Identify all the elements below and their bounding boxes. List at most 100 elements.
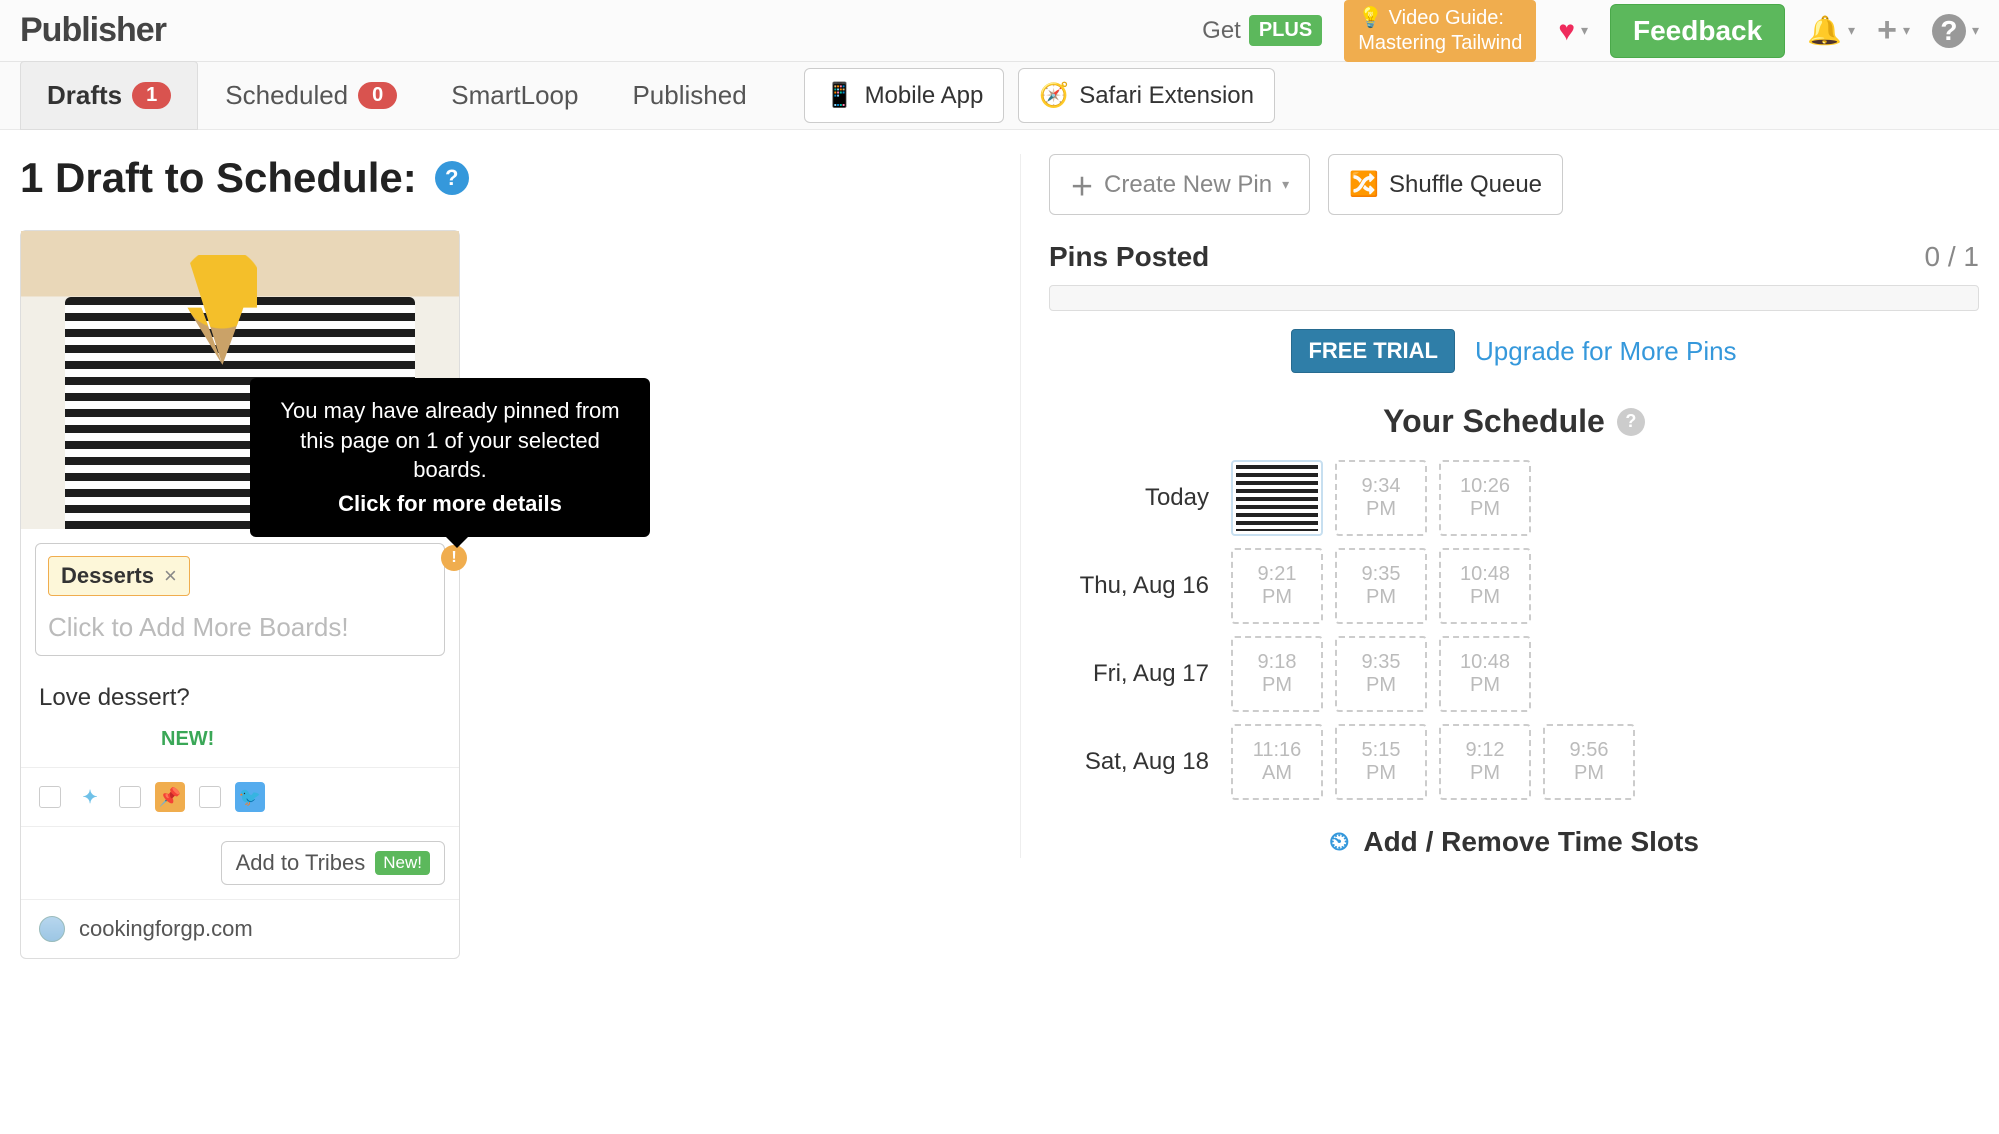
chevron-down-icon: ▾ [1848, 22, 1855, 39]
schedule-row: Fri, Aug 179:18PM9:35PM10:48PM [1049, 636, 1979, 712]
pins-posted-count: 0 / 1 [1925, 241, 1979, 273]
time-slot[interactable]: 9:35PM [1335, 636, 1427, 712]
time-slot[interactable]: 9:21PM [1231, 548, 1323, 624]
schedule-title: Your Schedule ? [1049, 403, 1979, 440]
tab-drafts[interactable]: Drafts 1 [20, 61, 198, 130]
source-url: cookingforgp.com [79, 916, 253, 942]
slot-meridiem: PM [1574, 762, 1604, 785]
mobile-app-button[interactable]: 📱Mobile App [804, 68, 1005, 123]
get-label: Get [1202, 17, 1241, 45]
warning-icon[interactable]: ! [441, 545, 467, 571]
pinterest-icon: 📌 [155, 782, 185, 812]
time-slot[interactable]: 9:12PM [1439, 724, 1531, 800]
btn-label: Safari Extension [1079, 82, 1254, 110]
day-label: Fri, Aug 17 [1049, 660, 1219, 688]
add-menu-button[interactable]: +▾ [1877, 11, 1910, 50]
chevron-down-icon: ▾ [1581, 22, 1588, 39]
slot-meridiem: PM [1262, 586, 1292, 609]
slot-time: 9:35 [1362, 563, 1401, 586]
slot-time: 9:56 [1570, 739, 1609, 762]
help-icon[interactable]: ? [435, 161, 469, 195]
btn-label: Add / Remove Time Slots [1363, 826, 1699, 858]
time-slot[interactable]: 9:56PM [1543, 724, 1635, 800]
free-trial-badge[interactable]: FREE TRIAL [1291, 329, 1455, 373]
tab-label: Drafts [47, 80, 122, 111]
btn-label: Mobile App [865, 82, 984, 110]
feedback-button[interactable]: Feedback [1610, 4, 1785, 58]
video-guide-line1: Video Guide: [1389, 7, 1504, 29]
shuffle-queue-button[interactable]: 🔀 Shuffle Queue [1328, 154, 1563, 215]
subnav: Drafts 1 Scheduled0 SmartLoop Published 📱… [0, 62, 1999, 130]
schedule-row: Today9:34PM10:26PM [1049, 460, 1979, 536]
help-icon[interactable]: ? [1617, 408, 1645, 436]
plus-badge: PLUS [1249, 15, 1322, 46]
drafts-count-badge: 1 [132, 82, 171, 109]
slot-meridiem: PM [1470, 762, 1500, 785]
pins-progress-bar [1049, 285, 1979, 311]
schedule-sidebar: ＋ Create New Pin ▾ 🔀 Shuffle Queue Pins … [1020, 154, 1979, 858]
draft-card: ! Desserts × Click to Add More Boards! L… [20, 230, 460, 959]
pin-description[interactable]: Love dessert? [21, 670, 459, 720]
brand-title: Publisher [20, 11, 166, 50]
upgrade-link[interactable]: Upgrade for More Pins [1475, 336, 1737, 367]
add-to-tribes-button[interactable]: Add to Tribes New! [221, 841, 445, 885]
time-slot[interactable]: 11:16AM [1231, 724, 1323, 800]
slot-meridiem: PM [1470, 586, 1500, 609]
duplicate-pin-tooltip[interactable]: You may have already pinned from this pa… [250, 378, 650, 537]
notifications-button[interactable]: 🔔▾ [1807, 14, 1855, 47]
tab-scheduled[interactable]: Scheduled0 [198, 61, 424, 130]
time-slot[interactable]: 5:15PM [1335, 724, 1427, 800]
help-menu-button[interactable]: ?▾ [1932, 14, 1979, 48]
slot-meridiem: PM [1470, 674, 1500, 697]
topbar: Publisher Get PLUS 💡 Video Guide: Master… [0, 0, 1999, 62]
share-twitter-checkbox[interactable] [199, 786, 221, 808]
slot-time: 9:35 [1362, 651, 1401, 674]
time-slot[interactable]: 9:34PM [1335, 460, 1427, 536]
day-label: Today [1049, 484, 1219, 512]
safari-extension-button[interactable]: 🧭 Safari Extension [1018, 68, 1275, 123]
tab-label: Published [632, 80, 746, 111]
chevron-down-icon: ▾ [1972, 22, 1979, 39]
time-slot[interactable]: 10:48PM [1439, 548, 1531, 624]
tab-smartloop[interactable]: SmartLoop [424, 61, 605, 130]
day-label: Thu, Aug 16 [1049, 572, 1219, 600]
create-new-pin-button[interactable]: ＋ Create New Pin ▾ [1049, 154, 1310, 215]
favorites-button[interactable]: ♥▾ [1558, 15, 1588, 47]
bell-icon: 🔔 [1807, 14, 1842, 47]
time-slot[interactable]: 9:18PM [1231, 636, 1323, 712]
remove-board-icon[interactable]: × [164, 563, 177, 589]
top-actions: Get PLUS 💡 Video Guide: Mastering Tailwi… [1202, 0, 1979, 62]
slot-time: 9:34 [1362, 475, 1401, 498]
slot-time: 9:12 [1466, 739, 1505, 762]
heart-icon: ♥ [1558, 15, 1575, 47]
share-tailwind-checkbox[interactable] [39, 786, 61, 808]
time-slot[interactable]: 10:48PM [1439, 636, 1531, 712]
help-icon: ? [1932, 14, 1966, 48]
btn-label: Shuffle Queue [1389, 171, 1542, 199]
time-slot[interactable]: 9:35PM [1335, 548, 1427, 624]
scheduled-pin-thumb [1236, 465, 1318, 531]
slot-time: 9:18 [1258, 651, 1297, 674]
share-pinterest-checkbox[interactable] [119, 786, 141, 808]
time-slot[interactable] [1231, 460, 1323, 536]
source-url-row[interactable]: cookingforgp.com [21, 899, 459, 958]
compass-icon: 🧭 [1039, 81, 1069, 110]
pins-posted-label: Pins Posted [1049, 241, 1209, 273]
schedule-row: Thu, Aug 169:21PM9:35PM10:48PM [1049, 548, 1979, 624]
shuffle-icon: 🔀 [1349, 170, 1379, 199]
get-plus-link[interactable]: Get PLUS [1202, 15, 1322, 46]
title-text: 1 Draft to Schedule: [20, 154, 417, 202]
board-chip: Desserts × [48, 556, 190, 596]
slot-meridiem: PM [1470, 498, 1500, 521]
tab-published[interactable]: Published [605, 61, 773, 130]
boards-input[interactable]: Desserts × Click to Add More Boards! [35, 543, 445, 656]
chevron-down-icon: ▾ [1282, 176, 1289, 193]
video-guide-button[interactable]: 💡 Video Guide: Mastering Tailwind [1344, 0, 1536, 62]
title-text: Your Schedule [1383, 403, 1605, 440]
add-remove-time-slots-button[interactable]: ⏲ Add / Remove Time Slots [1049, 812, 1979, 858]
boards-placeholder: Click to Add More Boards! [48, 612, 432, 643]
slot-meridiem: PM [1366, 762, 1396, 785]
time-slot[interactable]: 10:26PM [1439, 460, 1531, 536]
slot-time: 9:21 [1258, 563, 1297, 586]
day-label: Sat, Aug 18 [1049, 748, 1219, 776]
